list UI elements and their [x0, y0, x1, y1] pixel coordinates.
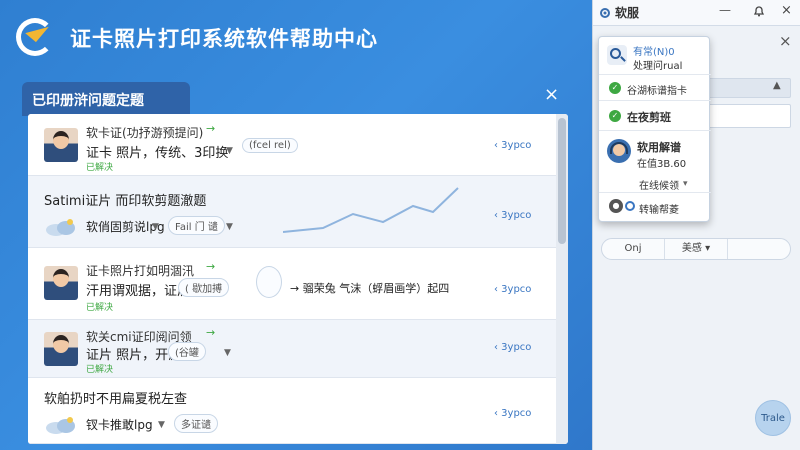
avatar	[44, 128, 78, 162]
popover-item-label: 在夜剪班	[627, 111, 671, 124]
agent-title: 软用解谱	[637, 141, 681, 154]
float-button[interactable]: Trale	[755, 400, 791, 436]
refresh-icon	[625, 201, 635, 211]
item-subtitle: 证片 照片，开源	[86, 348, 182, 363]
agent-avatar-icon	[607, 139, 631, 163]
cloud-image-icon	[46, 219, 75, 236]
list-item[interactable]: 证卡照片打如明涸汛 → 汗用谓观据，证盾 ( 歇加搏 → 骝荣兔 气沫（蜉眉画学…	[28, 248, 556, 320]
item-title: 软舶扔时不用扁夏税左查	[44, 392, 188, 407]
sidebar-tab[interactable]	[728, 239, 790, 259]
arrow-icon: →	[206, 326, 216, 339]
item-link[interactable]: ‹ 3ypco	[494, 284, 531, 295]
minimize-icon[interactable]: —	[719, 3, 731, 17]
gear-icon[interactable]	[599, 7, 611, 19]
chevron-down-icon[interactable]: ▼	[224, 348, 231, 358]
bell-icon[interactable]	[753, 5, 765, 17]
scrollbar[interactable]	[556, 114, 568, 444]
popover-item[interactable]: ✓ 谷湖标谱指卡	[599, 75, 711, 101]
item-note: → 骝荣兔 气沫（蜉眉画学）起四	[290, 282, 450, 295]
agent-subtitle: 在值3B.60	[637, 159, 687, 170]
chevron-down-icon[interactable]: ▼	[152, 222, 159, 232]
popover-status-row[interactable]: 在线候领 ▾	[599, 173, 711, 193]
check-icon: ✓	[609, 82, 621, 94]
chevron-down-icon[interactable]: ▾	[683, 179, 688, 189]
popover-search-row[interactable]: 有常(N)0 处理问rual	[599, 37, 711, 75]
app-header: 证卡照片打印系统软件帮助中心	[0, 0, 590, 75]
chevron-down-icon[interactable]: ▼	[226, 222, 233, 232]
app-title: 证卡照片打印系统软件帮助中心	[70, 26, 378, 51]
item-tag: (谷罐	[168, 342, 206, 361]
item-title: Satimi证片 而印软剪题澈题	[44, 194, 207, 209]
status-label: 已解决	[86, 303, 114, 313]
sidebar-tab[interactable]: 美感 ▾	[665, 239, 728, 259]
item-subtitle: 钗卡推敢lpg	[86, 418, 153, 432]
arrow-icon: →	[206, 122, 216, 135]
chevron-down-icon[interactable]: ▼	[158, 420, 165, 430]
question-list-panel: 软卡证(功抒游预提问) → 证卡 照片，传统、3印换 ▼ (fcel rel) …	[28, 114, 568, 444]
sidebar-title: 软服	[615, 6, 640, 20]
sidebar-tabs: Onj 美感 ▾	[601, 238, 791, 260]
close-icon[interactable]: ×	[781, 3, 792, 18]
chevron-up-icon[interactable]: ▲	[773, 80, 781, 91]
list-item[interactable]: 软卡证(功抒游预提问) → 证卡 照片，传统、3印换 ▼ (fcel rel) …	[28, 114, 556, 176]
status-dropdown[interactable]: 在线候领	[639, 177, 679, 192]
item-title: 软卡证(功抒游预提问)	[86, 126, 204, 140]
trend-chart-icon	[283, 187, 459, 233]
search-icon	[607, 45, 627, 65]
transfer-label[interactable]: 转输帮菱	[639, 201, 679, 216]
item-link[interactable]: ‹ 3ypco	[494, 210, 531, 221]
service-popover: 有常(N)0 处理问rual ✓ 谷湖标谱指卡 ✓ 在夜剪班 软用解谱 在值3B…	[598, 36, 711, 222]
panel-tab[interactable]: 已印册浒问题定题	[22, 82, 190, 116]
status-label: 已解决	[86, 365, 114, 375]
list-item[interactable]: Satimi证片 而印软剪题澈题 软俏固剪说lpg ▼ Fail 门 谴 ▼ ‹…	[28, 176, 556, 248]
item-link[interactable]: ‹ 3ypco	[494, 408, 531, 419]
item-title: 证卡照片打如明涸汛	[86, 264, 195, 278]
item-link[interactable]: ‹ 3ypco	[494, 342, 531, 353]
popover-item-label: 谷湖标谱指卡	[627, 86, 687, 97]
item-tag: (fcel rel)	[242, 138, 298, 153]
item-subtitle: 汗用谓观据，证盾	[86, 284, 191, 299]
cloud-image-icon	[46, 417, 75, 434]
popover-item[interactable]: ✓ 在夜剪班	[599, 101, 711, 131]
item-tag: 多证谴	[174, 414, 218, 433]
chevron-down-icon[interactable]: ▼	[226, 146, 233, 156]
item-subtitle: 证卡 照片，传统、3印换	[86, 146, 229, 161]
avatar	[44, 266, 78, 300]
logo-icon	[14, 16, 58, 60]
search-title: 有常(N)0	[633, 47, 675, 58]
search-subtitle: 处理问rual	[633, 61, 683, 72]
status-label: 已解决	[86, 163, 114, 173]
sidebar-tab[interactable]: Onj	[602, 239, 665, 259]
sidebar-header: 软服	[593, 0, 800, 26]
user-icon: ●	[609, 199, 623, 213]
arrow-icon: →	[206, 260, 216, 273]
list-item[interactable]: 软舶扔时不用扁夏税左查 钗卡推敢lpg ▼ 多证谴 ‹ 3ypco	[28, 378, 556, 444]
panel-close-icon[interactable]: ×	[544, 84, 559, 105]
avatar	[44, 332, 78, 366]
list-item[interactable]: 软关cmi证印阅问领 → 证片 照片，开源 (谷罐 ▼ 已解决 ‹ 3ypco	[28, 320, 556, 378]
item-tag: Fail 门 谴	[168, 216, 225, 235]
scrollbar-thumb[interactable]	[558, 118, 566, 244]
close-icon[interactable]: ×	[779, 32, 792, 50]
loading-ring-icon	[256, 266, 282, 298]
item-link[interactable]: ‹ 3ypco	[494, 140, 531, 151]
check-icon: ✓	[609, 110, 621, 122]
item-tag: ( 歇加搏	[178, 278, 230, 297]
